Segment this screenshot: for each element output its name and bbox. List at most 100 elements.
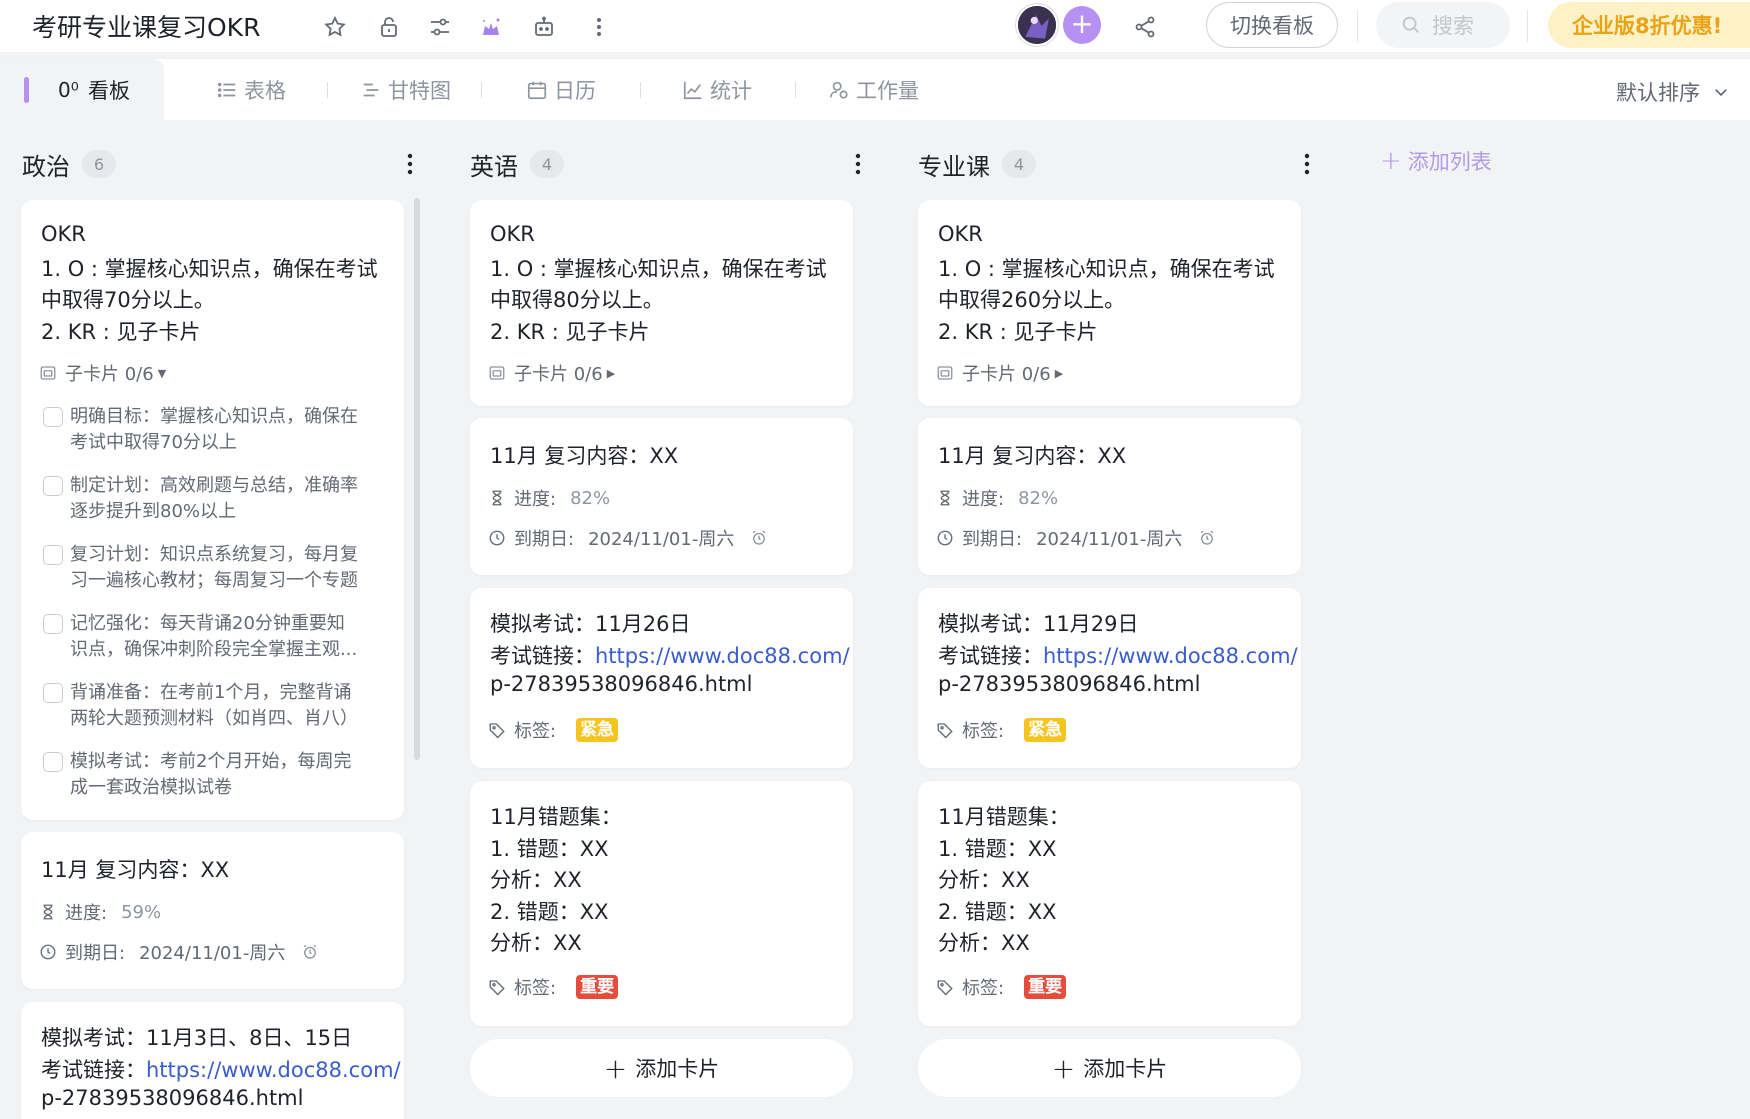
exam-link[interactable]: https://www.doc88.com/ [595,644,850,668]
card-title: 11月错题集： [490,805,622,829]
review-card[interactable]: 11月 复习内容：XX 进度: 59% 到期日: 2024/11/01-周六 [21,832,404,989]
column-more-icon[interactable] [398,148,422,180]
caret-right-icon: ▶ [606,366,616,380]
column-header-politics[interactable]: 政治 6 [22,146,116,182]
card-title: 模拟考试：11月3日、8日、15日 [41,1026,353,1050]
alarm-icon[interactable] [750,529,768,547]
card-text: 中取得70分以上。 [41,288,215,312]
checkbox[interactable] [43,545,63,565]
review-card[interactable]: 11月 复习内容：XX 进度: 82% 到期日: 2024/11/01-周六 [470,418,853,575]
alarm-icon[interactable] [301,943,319,961]
subcards-toggle[interactable]: 子卡片 0/6 ▶ [936,360,1063,386]
tab-workload[interactable]: 工作量 [828,59,919,121]
switch-board-button[interactable]: 切换看板 [1206,2,1338,48]
mistakes-card[interactable]: 11月错题集： 1. 错题：XX 分析：XX 2. 错题：XX 分析：XX 标签… [470,781,853,1026]
card-text: OKR [490,222,535,246]
robot-icon[interactable] [529,12,559,42]
review-card[interactable]: 11月 复习内容：XX 进度: 82% 到期日: 2024/11/01-周六 [918,418,1301,575]
subcard-text: 考试中取得70分以上 [70,432,237,453]
user-avatar[interactable] [1016,4,1058,46]
tab-divider [640,82,641,98]
card-text: 1. O : 掌握核心知识点，确保在考试 [938,257,1275,281]
lock-icon[interactable] [374,12,404,42]
hourglass-icon [492,490,502,506]
tab-stats[interactable]: 统计 [682,59,752,121]
column-count: 4 [530,150,564,178]
subcard-text: 明确目标：掌握核心知识点，确保在 [70,406,358,427]
tab-calendar[interactable]: 日历 [526,59,596,121]
workload-icon [829,81,848,99]
add-card-button[interactable]: + 添加卡片 [470,1039,853,1097]
card-text: 2. KR : 见子卡片 [490,320,650,344]
active-indicator [24,77,29,103]
exam-card[interactable]: 模拟考试：11月3日、8日、15日 考试链接：https://www.doc88… [21,1002,404,1119]
tab-gantt[interactable]: 甘特图 [360,59,451,121]
star-icon[interactable] [320,12,350,42]
checkbox[interactable] [43,407,63,427]
add-card-label: 添加卡片 [1083,1057,1168,1081]
magic-hat-icon[interactable] [476,12,506,42]
column-header-english[interactable]: 英语 4 [470,146,564,182]
subcard-text: 两轮大题预测材料（如肖四、肖八） [70,708,358,729]
exam-link[interactable]: p-27839538096846.html [490,672,752,696]
exam-link[interactable]: https://www.doc88.com/ [1043,644,1298,668]
settings-sliders-icon[interactable] [425,12,455,42]
add-list-button[interactable]: + 添加列表 [1380,146,1492,176]
column-more-icon[interactable] [1295,148,1319,180]
subcard-text: 成一套政治模拟试卷 [70,777,232,798]
column-title: 英语 [470,152,518,181]
exam-card[interactable]: 模拟考试：11月26日 考试链接：https://www.doc88.com/ … [470,588,853,768]
tag-row: 标签: 重要 [936,974,1067,1000]
column-title: 政治 [22,152,70,181]
search-icon [1402,16,1419,33]
due-date: 2024/11/01-周六 [588,529,735,550]
subcard-text: 习一遍核心教材；每周复习一个专题 [70,570,358,591]
hourglass-icon [43,904,53,920]
subcard-text: 识点，确保冲刺阶段完全掌握主观... [70,639,358,660]
tag-icon [489,980,505,996]
card-text: 分析：XX [938,868,1030,892]
card-text: OKR [938,222,983,246]
alarm-icon[interactable] [1198,529,1216,547]
top-header: 考研专业课复习OKR + 切换看板 搜索 企业版8折优惠! [0,0,1750,52]
search-input[interactable]: 搜索 [1376,2,1510,48]
mistakes-card[interactable]: 11月错题集： 1. 错题：XX 分析：XX 2. 错题：XX 分析：XX 标签… [918,781,1301,1026]
subcard-icon [40,366,56,380]
tab-divider [327,82,328,98]
tag-icon [937,980,953,996]
tab-table[interactable]: 表格 [216,59,286,121]
checkbox[interactable] [43,683,63,703]
chart-icon [683,81,702,100]
progress-value: 82% [570,487,611,509]
okr-card[interactable]: OKR 1. O : 掌握核心知识点，确保在考试 中取得80分以上。 2. KR… [470,200,853,406]
checkbox[interactable] [43,614,63,634]
subcards-toggle[interactable]: 子卡片 0/6 ▼ [39,360,166,386]
card-text: 1. 错题：XX [490,837,609,861]
caret-right-icon: ▶ [1054,366,1064,380]
add-card-button[interactable]: + 添加卡片 [918,1039,1301,1097]
exam-card[interactable]: 模拟考试：11月29日 考试链接：https://www.doc88.com/ … [918,588,1301,768]
subcards-toggle[interactable]: 子卡片 0/6 ▶ [488,360,615,386]
share-icon[interactable] [1130,12,1160,42]
checkbox[interactable] [43,476,63,496]
exam-link[interactable]: p-27839538096846.html [41,1086,303,1110]
column-count: 4 [1002,150,1036,178]
subcard-text: 制定计划：高效刷题与总结，准确率 [70,475,358,496]
column-more-icon[interactable] [846,148,870,180]
column-scrollbar[interactable] [414,198,420,760]
exam-link[interactable]: p-27839538096846.html [938,672,1200,696]
okr-card[interactable]: OKR 1. O : 掌握核心知识点，确保在考试 中取得260分以上。 2. K… [918,200,1301,406]
checkbox[interactable] [43,752,63,772]
tab-board[interactable]: 0⁰ 看板 [0,59,164,121]
column-header-major[interactable]: 专业课 4 [918,146,1036,182]
search-placeholder: 搜索 [1432,14,1474,38]
exam-link[interactable]: https://www.doc88.com/ [146,1058,401,1082]
card-text: 分析：XX [490,868,582,892]
add-member-button[interactable]: + [1063,6,1101,44]
subcard-icon [489,366,505,380]
more-vertical-icon[interactable] [584,12,614,42]
card-text: 中取得260分以上。 [938,288,1126,312]
sort-dropdown[interactable]: 默认排序 [1616,77,1730,107]
board-title[interactable]: 考研专业课复习OKR [32,8,260,44]
enterprise-promo-button[interactable]: 企业版8折优惠! [1548,2,1750,48]
